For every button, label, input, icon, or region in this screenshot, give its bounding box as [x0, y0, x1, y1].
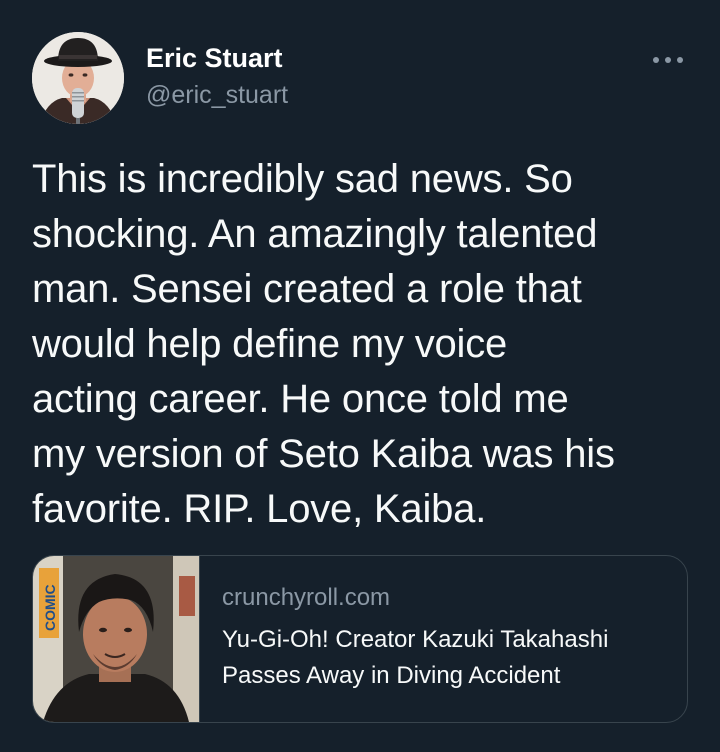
- author-names: Eric Stuart @eric_stuart: [146, 42, 288, 112]
- link-preview-card[interactable]: COMIC crunchyroll.com Yu-Gi-Oh! Creator …: [32, 555, 688, 723]
- link-card-title-line: Yu-Gi-Oh! Creator Kazuki Takahashi: [222, 626, 609, 653]
- tweet-text-line: This is incredibly sad news. So: [32, 157, 573, 201]
- link-card-thumbnail: COMIC: [33, 556, 200, 722]
- tweet-text-line: favorite. RIP. Love, Kaiba.: [32, 487, 487, 531]
- tweet-text-line: my version of Seto Kaiba was his: [32, 432, 615, 476]
- avatar-image: [32, 32, 124, 124]
- more-options-button[interactable]: [650, 50, 686, 70]
- author-display-name[interactable]: Eric Stuart: [146, 42, 288, 74]
- more-horizontal-icon: [653, 57, 683, 63]
- tweet-header: Eric Stuart @eric_stuart: [32, 32, 692, 126]
- link-card-title: Yu-Gi-Oh! Creator Kazuki Takahashi Passe…: [222, 622, 672, 694]
- thumbnail-sign-text: COMIC: [42, 584, 58, 631]
- link-card-domain: crunchyroll.com: [222, 584, 391, 611]
- link-card-title-line: Passes Away in Diving Accident: [222, 662, 561, 689]
- tweet-container: Eric Stuart @eric_stuart This is incredi…: [0, 0, 720, 752]
- author-handle[interactable]: @eric_stuart: [146, 78, 288, 112]
- tweet-text-line: acting career. He once told me: [32, 377, 569, 421]
- tweet-text-line: man. Sensei created a role that: [32, 267, 582, 311]
- avatar[interactable]: [32, 32, 124, 124]
- tweet-text-line: shocking. An amazingly talented: [32, 212, 598, 256]
- tweet-text: This is incredibly sad news. So shocking…: [32, 152, 692, 537]
- card-thumbnail-image: COMIC: [33, 556, 199, 722]
- tweet-text-line: would help define my voice: [32, 322, 508, 366]
